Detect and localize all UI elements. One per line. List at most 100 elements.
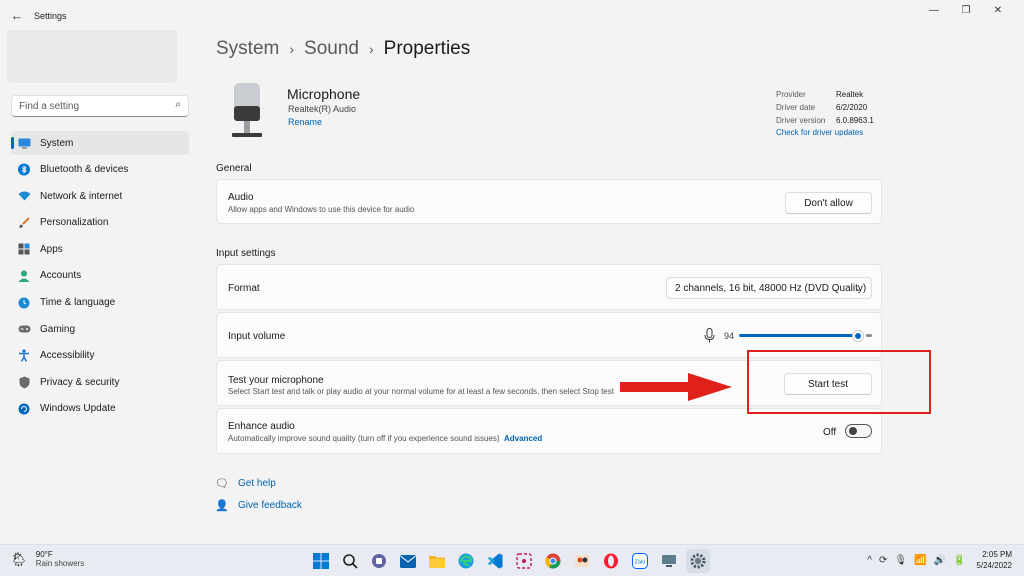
sidebar-item-label: Bluetooth & devices	[40, 164, 129, 176]
enhance-audio-toggle[interactable]	[845, 424, 872, 438]
sidebar-item-label: Apps	[40, 243, 63, 255]
monitor-icon	[17, 136, 31, 150]
driver-info: Provider Realtek Driver date 6/2/2020 Driv…	[776, 88, 874, 137]
start-icon[interactable]	[309, 549, 333, 573]
shield-icon	[17, 375, 31, 389]
close-button[interactable]: ✕	[982, 4, 1014, 18]
taskbar-search-icon[interactable]	[338, 549, 362, 573]
clock-time: 2:05 PM	[982, 550, 1012, 559]
weather-desc: Rain showers	[35, 559, 85, 568]
sidebar-item-windows-update[interactable]: Windows Update	[11, 397, 189, 421]
account-profile-card[interactable]	[7, 30, 177, 83]
battery-icon[interactable]: 🔋	[953, 555, 965, 566]
sidebar-item-label: Accounts	[40, 270, 82, 282]
audio-card: Audio Allow apps and Windows to use this…	[216, 179, 882, 224]
accessibility-icon	[17, 349, 31, 363]
sidebar-item-label: Accessibility	[40, 350, 95, 362]
sidebar-item-accessibility[interactable]: Accessibility	[11, 344, 189, 368]
check-driver-updates-link[interactable]: Check for driver updates	[776, 128, 874, 137]
volume-icon[interactable]: 🔊	[934, 555, 946, 566]
breadcrumb: System › Sound › Properties	[216, 38, 470, 60]
opera-icon[interactable]	[599, 549, 623, 573]
sidebar-item-system[interactable]: System	[11, 131, 189, 155]
snipping-tool-icon[interactable]	[512, 549, 536, 573]
wifi-tray-icon[interactable]: 📶	[914, 555, 926, 566]
get-help-link[interactable]: Get help	[238, 478, 276, 489]
get-help-icon: 🗨	[215, 478, 229, 490]
volume-slider-rest[interactable]	[866, 334, 872, 337]
sidebar-nav: System Bluetooth & devices Network & int…	[11, 131, 189, 424]
sidebar-item-label: System	[40, 137, 74, 149]
sidebar-item-time-language[interactable]: Time & language	[11, 291, 189, 315]
rename-link[interactable]: Rename	[288, 117, 322, 127]
back-arrow-icon[interactable]: ←	[10, 9, 24, 23]
person-icon	[17, 269, 31, 283]
settings-gear-icon[interactable]	[686, 549, 710, 573]
sync-icon[interactable]: ⟳	[879, 555, 887, 566]
mail-icon[interactable]	[396, 549, 420, 573]
driver-version-label: Driver version	[776, 116, 826, 125]
provider-label: Provider	[776, 90, 806, 99]
dont-allow-button[interactable]: Don't allow	[785, 192, 872, 214]
wifi-icon	[17, 189, 31, 203]
search-box[interactable]: ⌕	[11, 95, 189, 117]
driver-version-value: 6.0.8963.1	[836, 116, 874, 125]
enhance-audio-card: Enhance audio Automatically improve soun…	[216, 408, 882, 454]
feedback-icon: 👤	[215, 500, 229, 512]
tray-microphone-icon[interactable]: 🎙	[894, 555, 907, 566]
breadcrumb-system[interactable]: System	[216, 38, 279, 60]
weather-widget[interactable]: 🌦 90°F Rain showers	[10, 550, 84, 568]
search-input[interactable]	[12, 96, 162, 116]
format-card: Format 2 channels, 16 bit, 48000 Hz (DVD…	[216, 264, 882, 310]
breadcrumb-sound[interactable]: Sound	[304, 38, 359, 60]
sidebar-item-label: Privacy & security	[40, 376, 120, 388]
chevron-up-icon[interactable]: ^	[867, 555, 872, 566]
weather-rain-icon: 🌦	[10, 550, 28, 567]
sidebar-item-gaming[interactable]: Gaming	[11, 317, 189, 341]
file-explorer-icon[interactable]	[425, 549, 449, 573]
sidebar-item-privacy-security[interactable]: Privacy & security	[11, 370, 189, 394]
sidebar-item-accounts[interactable]: Accounts	[11, 264, 189, 288]
advanced-link[interactable]: Advanced	[504, 434, 542, 443]
provider-value: Realtek	[836, 90, 864, 99]
input-volume-value: 94	[724, 331, 735, 341]
minimize-button[interactable]: —	[918, 4, 950, 18]
clock[interactable]: 2:05 PM 5/24/2022	[976, 549, 1012, 571]
svg-text:Zalo: Zalo	[635, 560, 646, 566]
clock-date: 5/24/2022	[976, 561, 1012, 570]
teams-chat-icon[interactable]	[367, 549, 391, 573]
input-volume-label: Input volume	[228, 331, 286, 342]
enhance-audio-state: Off	[823, 427, 837, 438]
sidebar-item-personalization[interactable]: Personalization	[11, 211, 189, 235]
microphone-icon[interactable]	[704, 328, 715, 343]
chrome-icon[interactable]	[541, 549, 565, 573]
maximize-button[interactable]: ❐	[950, 4, 982, 18]
brush-icon	[17, 216, 31, 230]
give-feedback-link[interactable]: Give feedback	[238, 500, 302, 511]
chevron-down-icon: ⌄	[854, 283, 862, 293]
vscode-icon[interactable]	[483, 549, 507, 573]
audio-label: Audio	[228, 192, 254, 203]
format-dropdown[interactable]: 2 channels, 16 bit, 48000 Hz (DVD Qualit…	[666, 277, 872, 299]
microphone-device-icon	[232, 83, 262, 137]
photos-app-icon[interactable]	[570, 549, 594, 573]
volume-slider-thumb[interactable]	[852, 330, 864, 342]
edge-icon[interactable]	[454, 549, 478, 573]
page-title: Properties	[383, 38, 471, 59]
update-icon	[17, 402, 31, 416]
volume-slider-fill[interactable]	[739, 334, 858, 337]
red-annotation-box	[747, 350, 931, 414]
format-value: 2 channels, 16 bit, 48000 Hz (DVD Qualit…	[675, 282, 867, 294]
sidebar-item-bluetooth[interactable]: Bluetooth & devices	[11, 158, 189, 182]
sidebar-item-apps[interactable]: Apps	[11, 237, 189, 261]
zalo-icon[interactable]: Zalo	[628, 549, 652, 573]
app-title: Settings	[34, 11, 67, 21]
taskbar: 🌦 90°F Rain showers Zalo ^ ⟳ 🎙 📶 🔊 🔋 2:0…	[0, 544, 1024, 576]
general-section-title: General	[216, 163, 252, 174]
device-driver-name: Realtek(R) Audio	[288, 104, 357, 114]
sidebar-item-network[interactable]: Network & internet	[11, 184, 189, 208]
pc-tools-icon[interactable]	[657, 549, 681, 573]
input-settings-section-title: Input settings	[216, 248, 276, 259]
enhance-audio-label: Enhance audio	[228, 421, 295, 432]
search-icon[interactable]: ⌕	[175, 99, 181, 110]
